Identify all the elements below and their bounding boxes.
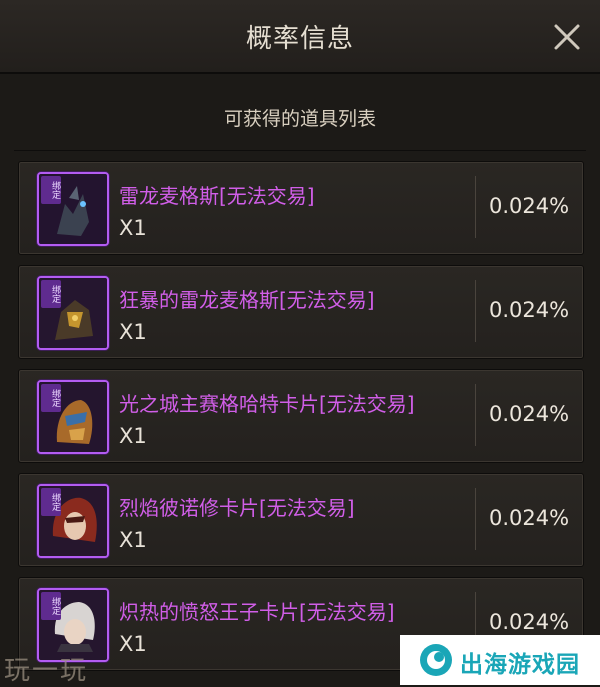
- item-icon[interactable]: 绑定: [37, 172, 109, 246]
- watermark-text: 出海游戏园: [460, 652, 580, 678]
- dialog-header: 概率信息: [0, 0, 600, 74]
- item-quantity: X1: [119, 216, 147, 240]
- dialog-title: 概率信息: [245, 24, 354, 54]
- list-item[interactable]: 绑定 烈焰彼诺修卡片[无法交易] X1 0.024%: [18, 473, 584, 567]
- item-name: 雷龙麦格斯[无法交易]: [119, 184, 315, 208]
- item-name: 光之城主赛格哈特卡片[无法交易]: [119, 392, 415, 416]
- divider: [475, 280, 476, 342]
- item-list[interactable]: 绑定 雷龙麦格斯[无法交易] X1 0.024% 绑定 狂暴的雷龙麦格斯[无法交…: [14, 150, 586, 686]
- bound-badge: 绑定: [41, 280, 61, 308]
- item-probability: 0.024%: [488, 610, 570, 634]
- divider: [475, 384, 476, 446]
- bound-badge: 绑定: [41, 592, 61, 620]
- divider: [475, 488, 476, 550]
- item-name: 烈焰彼诺修卡片[无法交易]: [119, 496, 355, 520]
- item-probability: 0.024%: [488, 506, 570, 530]
- watermark-left: 玩一玩: [4, 656, 89, 686]
- divider: [475, 176, 476, 238]
- item-probability: 0.024%: [488, 298, 570, 322]
- item-quantity: X1: [119, 320, 147, 344]
- list-item[interactable]: 绑定 雷龙麦格斯[无法交易] X1 0.024%: [18, 161, 584, 255]
- item-icon[interactable]: 绑定: [37, 380, 109, 454]
- list-item[interactable]: 绑定 狂暴的雷龙麦格斯[无法交易] X1 0.024%: [18, 265, 584, 359]
- item-icon[interactable]: 绑定: [37, 276, 109, 350]
- item-probability: 0.024%: [488, 402, 570, 426]
- bound-badge: 绑定: [41, 384, 61, 412]
- item-name: 炽热的愤怒王子卡片[无法交易]: [119, 600, 395, 624]
- item-quantity: X1: [119, 632, 147, 656]
- close-icon[interactable]: [548, 18, 586, 56]
- item-quantity: X1: [119, 528, 147, 552]
- item-icon[interactable]: 绑定: [37, 484, 109, 558]
- list-item[interactable]: 绑定 光之城主赛格哈特卡片[无法交易] X1 0.024%: [18, 369, 584, 463]
- list-subtitle: 可获得的道具列表: [223, 108, 376, 130]
- bound-badge: 绑定: [41, 176, 61, 204]
- site-logo-icon: [420, 644, 452, 676]
- watermark-right: 出海游戏园: [400, 635, 600, 685]
- bound-badge: 绑定: [41, 488, 61, 516]
- item-quantity: X1: [119, 424, 147, 448]
- item-name: 狂暴的雷龙麦格斯[无法交易]: [119, 288, 375, 312]
- item-probability: 0.024%: [488, 194, 570, 218]
